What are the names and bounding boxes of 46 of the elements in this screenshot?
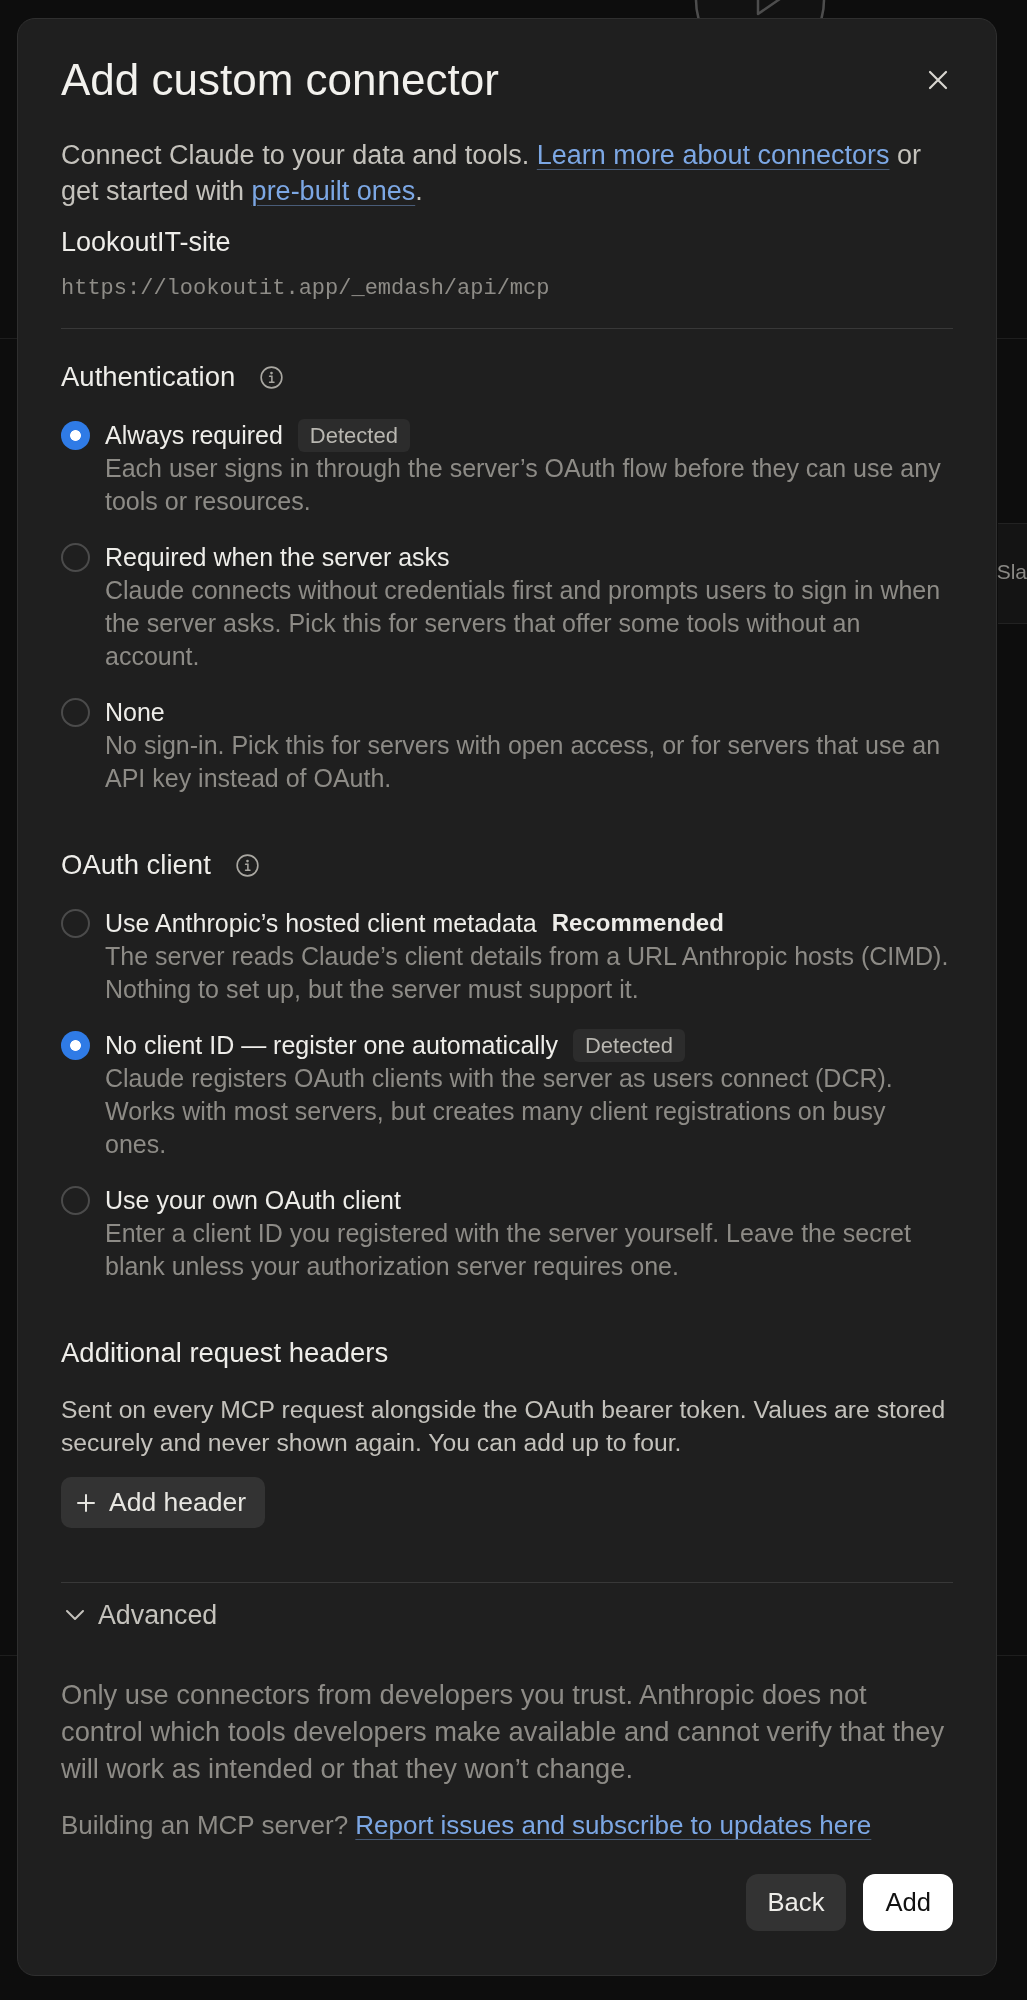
status-badge: Detected xyxy=(297,418,410,452)
radio-button[interactable] xyxy=(61,698,90,727)
option-description: Enter a client ID you registered with the server yourself. Leave the secret blank unless your authorization server requires one. xyxy=(105,1218,912,1282)
server-name: LookoutIT-site xyxy=(61,226,232,259)
add-button[interactable]: Add xyxy=(863,1874,953,1931)
section-heading: OAuth client xyxy=(61,848,211,882)
option-description: The server reads Claude’s client details from a URL Anthropic hosts (CIMD). Nothing to set up, but the server must support it. xyxy=(105,941,950,1005)
server-url: https://lookoutit.app/_emdash/api/mcp xyxy=(61,275,551,303)
section-heading: Additional request headers xyxy=(61,1336,390,1370)
info-icon[interactable] xyxy=(260,365,284,389)
emphasis-label: Recommended xyxy=(551,908,724,938)
status-badge: Detected xyxy=(572,1028,686,1062)
radio-button[interactable] xyxy=(61,1186,90,1215)
inline-link[interactable]: Learn more about connectors xyxy=(536,140,890,170)
intro-text: Connect Claude to your data and tools. Learn more about connectors or get started with pre-built ones. xyxy=(61,139,923,208)
info-icon[interactable] xyxy=(235,853,259,877)
option-label: Use Anthropic’s hosted client metadata xyxy=(105,908,537,939)
advanced-toggle[interactable]: Advanced xyxy=(61,1598,218,1632)
chevron-icon xyxy=(65,1609,85,1621)
play-icon xyxy=(694,0,826,18)
option-description: No sign-in. Pick this for servers with open access, or for servers that use an API key instead of OAuth. xyxy=(105,730,942,794)
option-label: None xyxy=(105,697,165,728)
option-description: Claude registers OAuth clients with the server as users connect (DCR). Works with most servers, but creates many client registrations on busy ones. xyxy=(105,1063,894,1160)
option-label: Required when the server asks xyxy=(105,542,450,573)
section-description: Sent on every MCP request alongside the OAuth bearer token. Values are stored securely and never shown again. You can add up to four. xyxy=(61,1395,947,1458)
footer-note: Building an MCP server? Report issues and subscribe to updates here xyxy=(61,1809,873,1842)
inline-link[interactable]: pre-built ones xyxy=(251,176,416,206)
radio-button[interactable] xyxy=(61,1031,90,1060)
notice-text: Only use connectors from developers you trust. Anthropic does not control which tools developers make available and cannot verify that they will work as intended or that they won’t change. xyxy=(61,1678,946,1786)
close-icon xyxy=(928,70,948,90)
option-label: Always required xyxy=(105,420,283,451)
option-label: No client ID — register one automatically xyxy=(105,1030,558,1061)
plus-icon xyxy=(77,1493,95,1512)
back-button[interactable]: Back xyxy=(745,1874,847,1931)
close-button[interactable] xyxy=(928,70,948,90)
dialog-title: Add custom connector xyxy=(61,54,499,106)
cut-off-label: Sla xyxy=(996,559,1027,585)
option-description: Claude connects without credentials first and prompts users to sign in when the server asks. Pick this for servers that offer some tools without an account. xyxy=(105,575,942,672)
option-label: Use your own OAuth client xyxy=(105,1185,401,1216)
inline-link[interactable]: Report issues and subscribe to updates here xyxy=(355,1810,872,1840)
add-header-button[interactable]: Add header xyxy=(61,1477,266,1528)
radio-button[interactable] xyxy=(61,421,90,450)
radio-button[interactable] xyxy=(61,909,90,938)
radio-button[interactable] xyxy=(61,543,90,572)
option-description: Each user signs in through the server’s OAuth flow before they can use any tools or resources. xyxy=(105,453,942,517)
section-heading: Authentication xyxy=(61,360,236,394)
